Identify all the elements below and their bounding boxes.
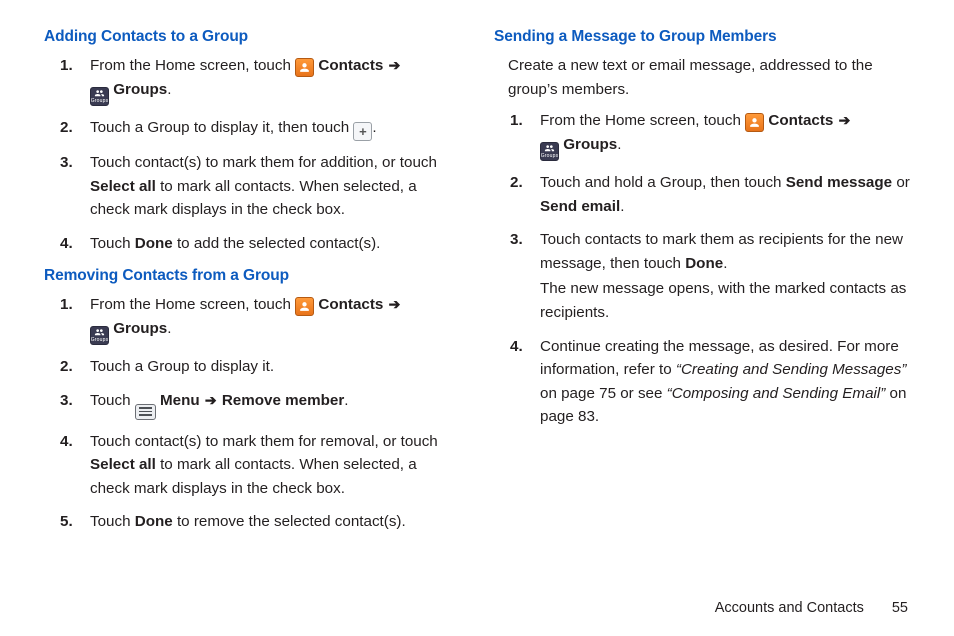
step-text: Touch and hold a Group, then touch [540,174,786,191]
step-text: to remove the selected contact(s). [173,513,406,530]
step-text: Touch contact(s) to mark them for remova… [90,433,438,450]
bold-text: Send email [540,198,620,215]
list-item: Touch and hold a Group, then touch Send … [494,171,910,228]
left-column: Adding Contacts to a Group From the Home… [44,26,460,544]
contacts-label: Contacts ➔ [768,112,851,129]
contacts-icon [745,113,764,132]
steps-removing: From the Home screen, touch Contacts ➔ G… [44,293,460,544]
arrow-icon: ➔ [389,296,401,312]
step-text: From the Home screen, touch [90,57,295,74]
step-text: Touch [90,235,135,252]
list-item: Touch Menu ➔ Remove member. [44,389,460,430]
step-text: Touch a Group to display it, then touch [90,119,353,136]
list-item: Touch contact(s) to mark them for remova… [44,430,460,511]
bold-text: Select all [90,178,156,195]
right-column: Sending a Message to Group Members Creat… [494,26,910,544]
reference-text: “Creating and Sending Messages” [676,361,906,378]
steps-sending: From the Home screen, touch Contacts ➔ G… [494,109,910,439]
step-text: . [167,320,171,337]
heading-sending: Sending a Message to Group Members [494,28,910,46]
heading-adding: Adding Contacts to a Group [44,28,460,46]
bold-text: Done [135,513,173,530]
list-item: Touch a Group to display it, then touch … [44,116,460,151]
menu-label: Menu ➔ Remove member [160,392,344,409]
heading-removing: Removing Contacts from a Group [44,267,460,285]
groups-label: Groups [563,136,617,153]
list-item: Touch Done to remove the selected contac… [44,510,460,544]
step-text: Touch [90,392,135,409]
list-item: From the Home screen, touch Contacts ➔ G… [494,109,910,171]
groups-icon: Groups [540,142,559,161]
step-text: . [617,136,621,153]
step-text: . [723,255,727,272]
page: Adding Contacts to a Group From the Home… [0,0,954,636]
step-text: From the Home screen, touch [90,296,295,313]
step-continuation: The new message opens, with the marked c… [540,275,910,324]
step-text: Touch a Group to display it. [90,358,274,375]
list-item: From the Home screen, touch Contacts ➔ G… [44,54,460,116]
step-text: . [344,392,348,409]
step-text: . [167,81,171,98]
contacts-icon [295,58,314,77]
bold-text: Done [135,235,173,252]
list-item: From the Home screen, touch Contacts ➔ G… [44,293,460,355]
step-text: Touch contact(s) to mark them for additi… [90,154,437,171]
step-text: From the Home screen, touch [540,112,745,129]
bold-text: Send message [786,174,892,191]
plus-icon: + [353,122,372,141]
list-item: Touch Done to add the selected contact(s… [44,232,460,266]
step-text: . [372,119,376,136]
bold-text: Done [685,255,723,272]
arrow-icon: ➔ [839,112,851,128]
list-item: Touch contact(s) to mark them for additi… [44,151,460,232]
arrow-icon: ➔ [389,57,401,73]
reference-text: “Composing and Sending Email” [667,385,886,402]
steps-adding: From the Home screen, touch Contacts ➔ G… [44,54,460,265]
groups-label: Groups [113,81,167,98]
list-item: Continue creating the message, as desire… [494,335,910,439]
list-item: Touch a Group to display it. [44,355,460,389]
step-text: to add the selected contact(s). [173,235,381,252]
groups-label: Groups [113,320,167,337]
list-item: Touch contacts to mark them as recipient… [494,228,910,334]
step-text: or [892,174,910,191]
intro-text: Create a new text or email message, addr… [508,54,910,101]
contacts-label: Contacts ➔ [318,57,401,74]
step-text: Touch [90,513,135,530]
contacts-label: Contacts ➔ [318,296,401,313]
groups-icon: Groups [90,326,109,345]
page-footer: Accounts and Contacts 55 [715,600,908,616]
contacts-icon [295,297,314,316]
columns: Adding Contacts to a Group From the Home… [44,26,910,544]
step-text: on page 75 or see [540,385,667,402]
menu-icon [135,404,156,420]
page-number: 55 [892,600,908,616]
step-text: . [620,198,624,215]
arrow-icon: ➔ [205,392,217,408]
bold-text: Select all [90,456,156,473]
groups-icon: Groups [90,87,109,106]
chapter-title: Accounts and Contacts [715,600,864,616]
